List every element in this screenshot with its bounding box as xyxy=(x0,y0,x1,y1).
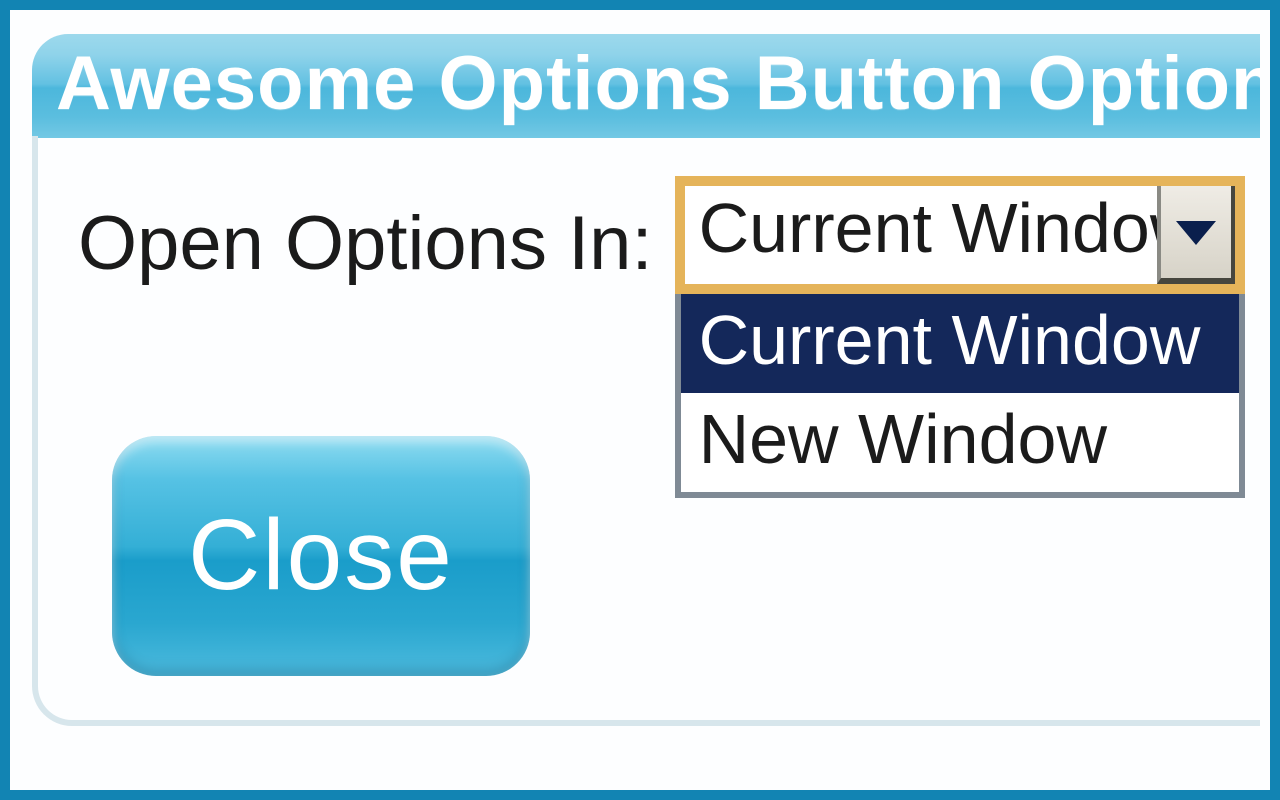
options-panel: Awesome Options Button Options Open Opti… xyxy=(32,34,1260,780)
panel-body: Open Options In: Current Window xyxy=(32,136,1260,726)
open-options-dropdown: Current Window New Window xyxy=(675,294,1245,498)
dropdown-item-current-window[interactable]: Current Window xyxy=(681,294,1239,393)
close-button[interactable]: Close xyxy=(112,436,530,676)
open-options-select[interactable]: Current Window xyxy=(675,176,1245,294)
dropdown-toggle-button[interactable] xyxy=(1157,186,1234,284)
panel-title: Awesome Options Button Options xyxy=(32,34,1260,138)
open-options-select-wrap: Current Window Current Window New Window xyxy=(675,176,1245,498)
dialog-frame: Awesome Options Button Options Open Opti… xyxy=(0,0,1280,800)
dropdown-item-new-window[interactable]: New Window xyxy=(681,393,1239,492)
chevron-down-icon xyxy=(1174,217,1218,247)
open-options-selected-text: Current Window xyxy=(685,186,1158,284)
open-options-label: Open Options In: xyxy=(78,176,653,287)
